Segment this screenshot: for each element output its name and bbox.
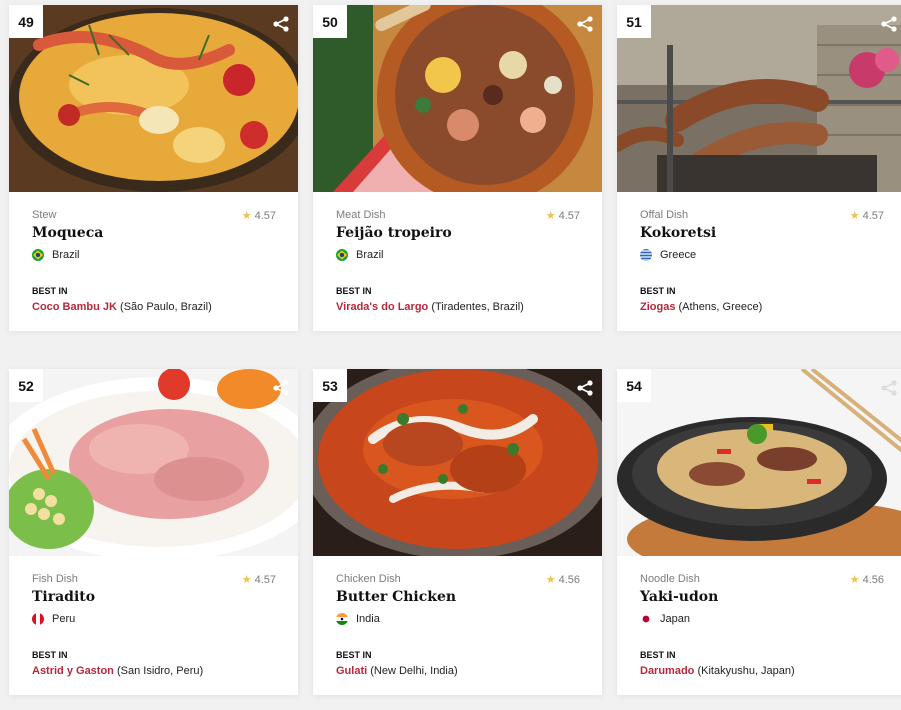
brazil-flag-icon [336,249,348,261]
greece-flag-icon [640,249,652,261]
dish-photo-kokoretsi[interactable] [617,5,901,192]
share-icon[interactable] [272,379,290,397]
dish-country[interactable]: Brazil [336,249,580,261]
dish-name[interactable]: Butter Chicken [336,589,580,605]
dish-card-yaki-udon[interactable]: 54 Noodle Dish ★ 4.56 Yaki-udon Japan BES… [617,369,901,695]
rating-value: 4.57 [862,210,884,222]
star-icon: ★ [849,574,860,586]
country-label: Brazil [356,249,384,261]
dish-card-kokoretsi[interactable]: 51 Offal Dish ★ 4.57 Kokoretsi Greece BES… [617,5,901,331]
dish-card-butter-chicken[interactable]: 53 Chicken Dish ★ 4.56 Butter Chicken Ind… [313,369,602,695]
dish-photo-moqueca[interactable] [9,5,298,192]
best-in-restaurant-link[interactable]: Coco Bambu JK [32,301,117,313]
share-icon[interactable] [880,379,898,397]
best-in-location: (São Paulo, Brazil) [120,301,212,313]
share-icon[interactable] [880,15,898,33]
star-icon: ★ [545,574,556,586]
dish-name[interactable]: Yaki-udon [640,589,884,605]
japan-flag-icon [640,613,652,625]
dish-type: Chicken Dish [336,573,401,585]
rating: ★ 4.57 [242,573,276,586]
dish-country[interactable]: Brazil [32,249,276,261]
best-in-line: Virada's do Largo (Tiradentes, Brazil) [336,301,524,313]
dish-photo-yaki-udon[interactable] [617,369,901,556]
dish-card-tiradito[interactable]: 52 Fish Dish ★ 4.57 Tiradito Peru BEST IN… [9,369,298,695]
dish-type: Offal Dish [640,209,689,221]
share-icon[interactable] [272,15,290,33]
star-icon: ★ [545,210,556,222]
rating: ★ 4.56 [546,573,580,586]
rank-badge: 54 [617,369,651,402]
dish-photo-tiradito[interactable] [9,369,298,556]
country-label: Peru [52,613,76,625]
dish-name[interactable]: Feijão tropeiro [336,225,580,241]
dish-type: Fish Dish [32,573,78,585]
best-in-location: (New Delhi, India) [370,665,458,677]
best-in-label: BEST IN [640,650,676,660]
dish-photo-butter-chicken[interactable] [313,369,602,556]
rating-value: 4.57 [254,210,276,222]
dish-type: Noodle Dish [640,573,700,585]
country-label: Greece [660,249,697,261]
rank-badge: 52 [9,369,43,402]
best-in-line: Gulati (New Delhi, India) [336,665,458,677]
star-icon: ★ [849,210,860,222]
best-in-restaurant-link[interactable]: Virada's do Largo [336,301,428,313]
best-in-restaurant-link[interactable]: Ziogas [640,301,675,313]
rating-value: 4.56 [862,574,884,586]
best-in-location: (Athens, Greece) [678,301,763,313]
best-in-line: Darumado (Kitakyushu, Japan) [640,665,795,677]
best-in-label: BEST IN [336,650,372,660]
rating: ★ 4.57 [242,209,276,222]
best-in-restaurant-link[interactable]: Astrid y Gaston [32,665,114,677]
best-in-restaurant-link[interactable]: Darumado [640,665,694,677]
share-icon[interactable] [576,15,594,33]
rank-badge: 49 [9,5,43,38]
rank-badge: 53 [313,369,347,402]
rating: ★ 4.57 [546,209,580,222]
best-in-label: BEST IN [640,286,676,296]
rank-badge: 50 [313,5,347,38]
rating: ★ 4.57 [850,209,884,222]
rating-value: 4.57 [558,210,580,222]
dish-type: Stew [32,209,57,221]
dish-country[interactable]: Japan [640,613,884,625]
india-flag-icon [336,613,348,625]
best-in-location: (Tiradentes, Brazil) [431,301,524,313]
dish-name[interactable]: Kokoretsi [640,225,884,241]
dish-type: Meat Dish [336,209,386,221]
dish-name[interactable]: Tiradito [32,589,276,605]
best-in-line: Ziogas (Athens, Greece) [640,301,762,313]
brazil-flag-icon [32,249,44,261]
peru-flag-icon [32,613,44,625]
dish-card-moqueca[interactable]: 49 Stew ★ 4.57 Moqueca Brazil BEST IN Coc… [9,5,298,331]
country-label: Brazil [52,249,80,261]
rating-value: 4.56 [558,574,580,586]
dish-photo-feijao-tropeiro[interactable] [313,5,602,192]
dish-country[interactable]: Peru [32,613,276,625]
rank-badge: 51 [617,5,651,38]
dish-country[interactable]: Greece [640,249,884,261]
star-icon: ★ [241,574,252,586]
best-in-line: Astrid y Gaston (San Isidro, Peru) [32,665,203,677]
dish-country[interactable]: India [336,613,580,625]
rating: ★ 4.56 [850,573,884,586]
rating-value: 4.57 [254,574,276,586]
share-icon[interactable] [576,379,594,397]
best-in-label: BEST IN [32,286,68,296]
best-in-restaurant-link[interactable]: Gulati [336,665,367,677]
dish-card-feijao-tropeiro[interactable]: 50 Meat Dish ★ 4.57 Feijão tropeiro Brazi… [313,5,602,331]
best-in-location: (San Isidro, Peru) [116,665,204,677]
country-label: India [356,613,380,625]
best-in-line: Coco Bambu JK (São Paulo, Brazil) [32,301,212,313]
star-icon: ★ [241,210,252,222]
best-in-location: (Kitakyushu, Japan) [697,665,795,677]
best-in-label: BEST IN [336,286,372,296]
dish-name[interactable]: Moqueca [32,225,276,241]
country-label: Japan [660,613,690,625]
best-in-label: BEST IN [32,650,68,660]
